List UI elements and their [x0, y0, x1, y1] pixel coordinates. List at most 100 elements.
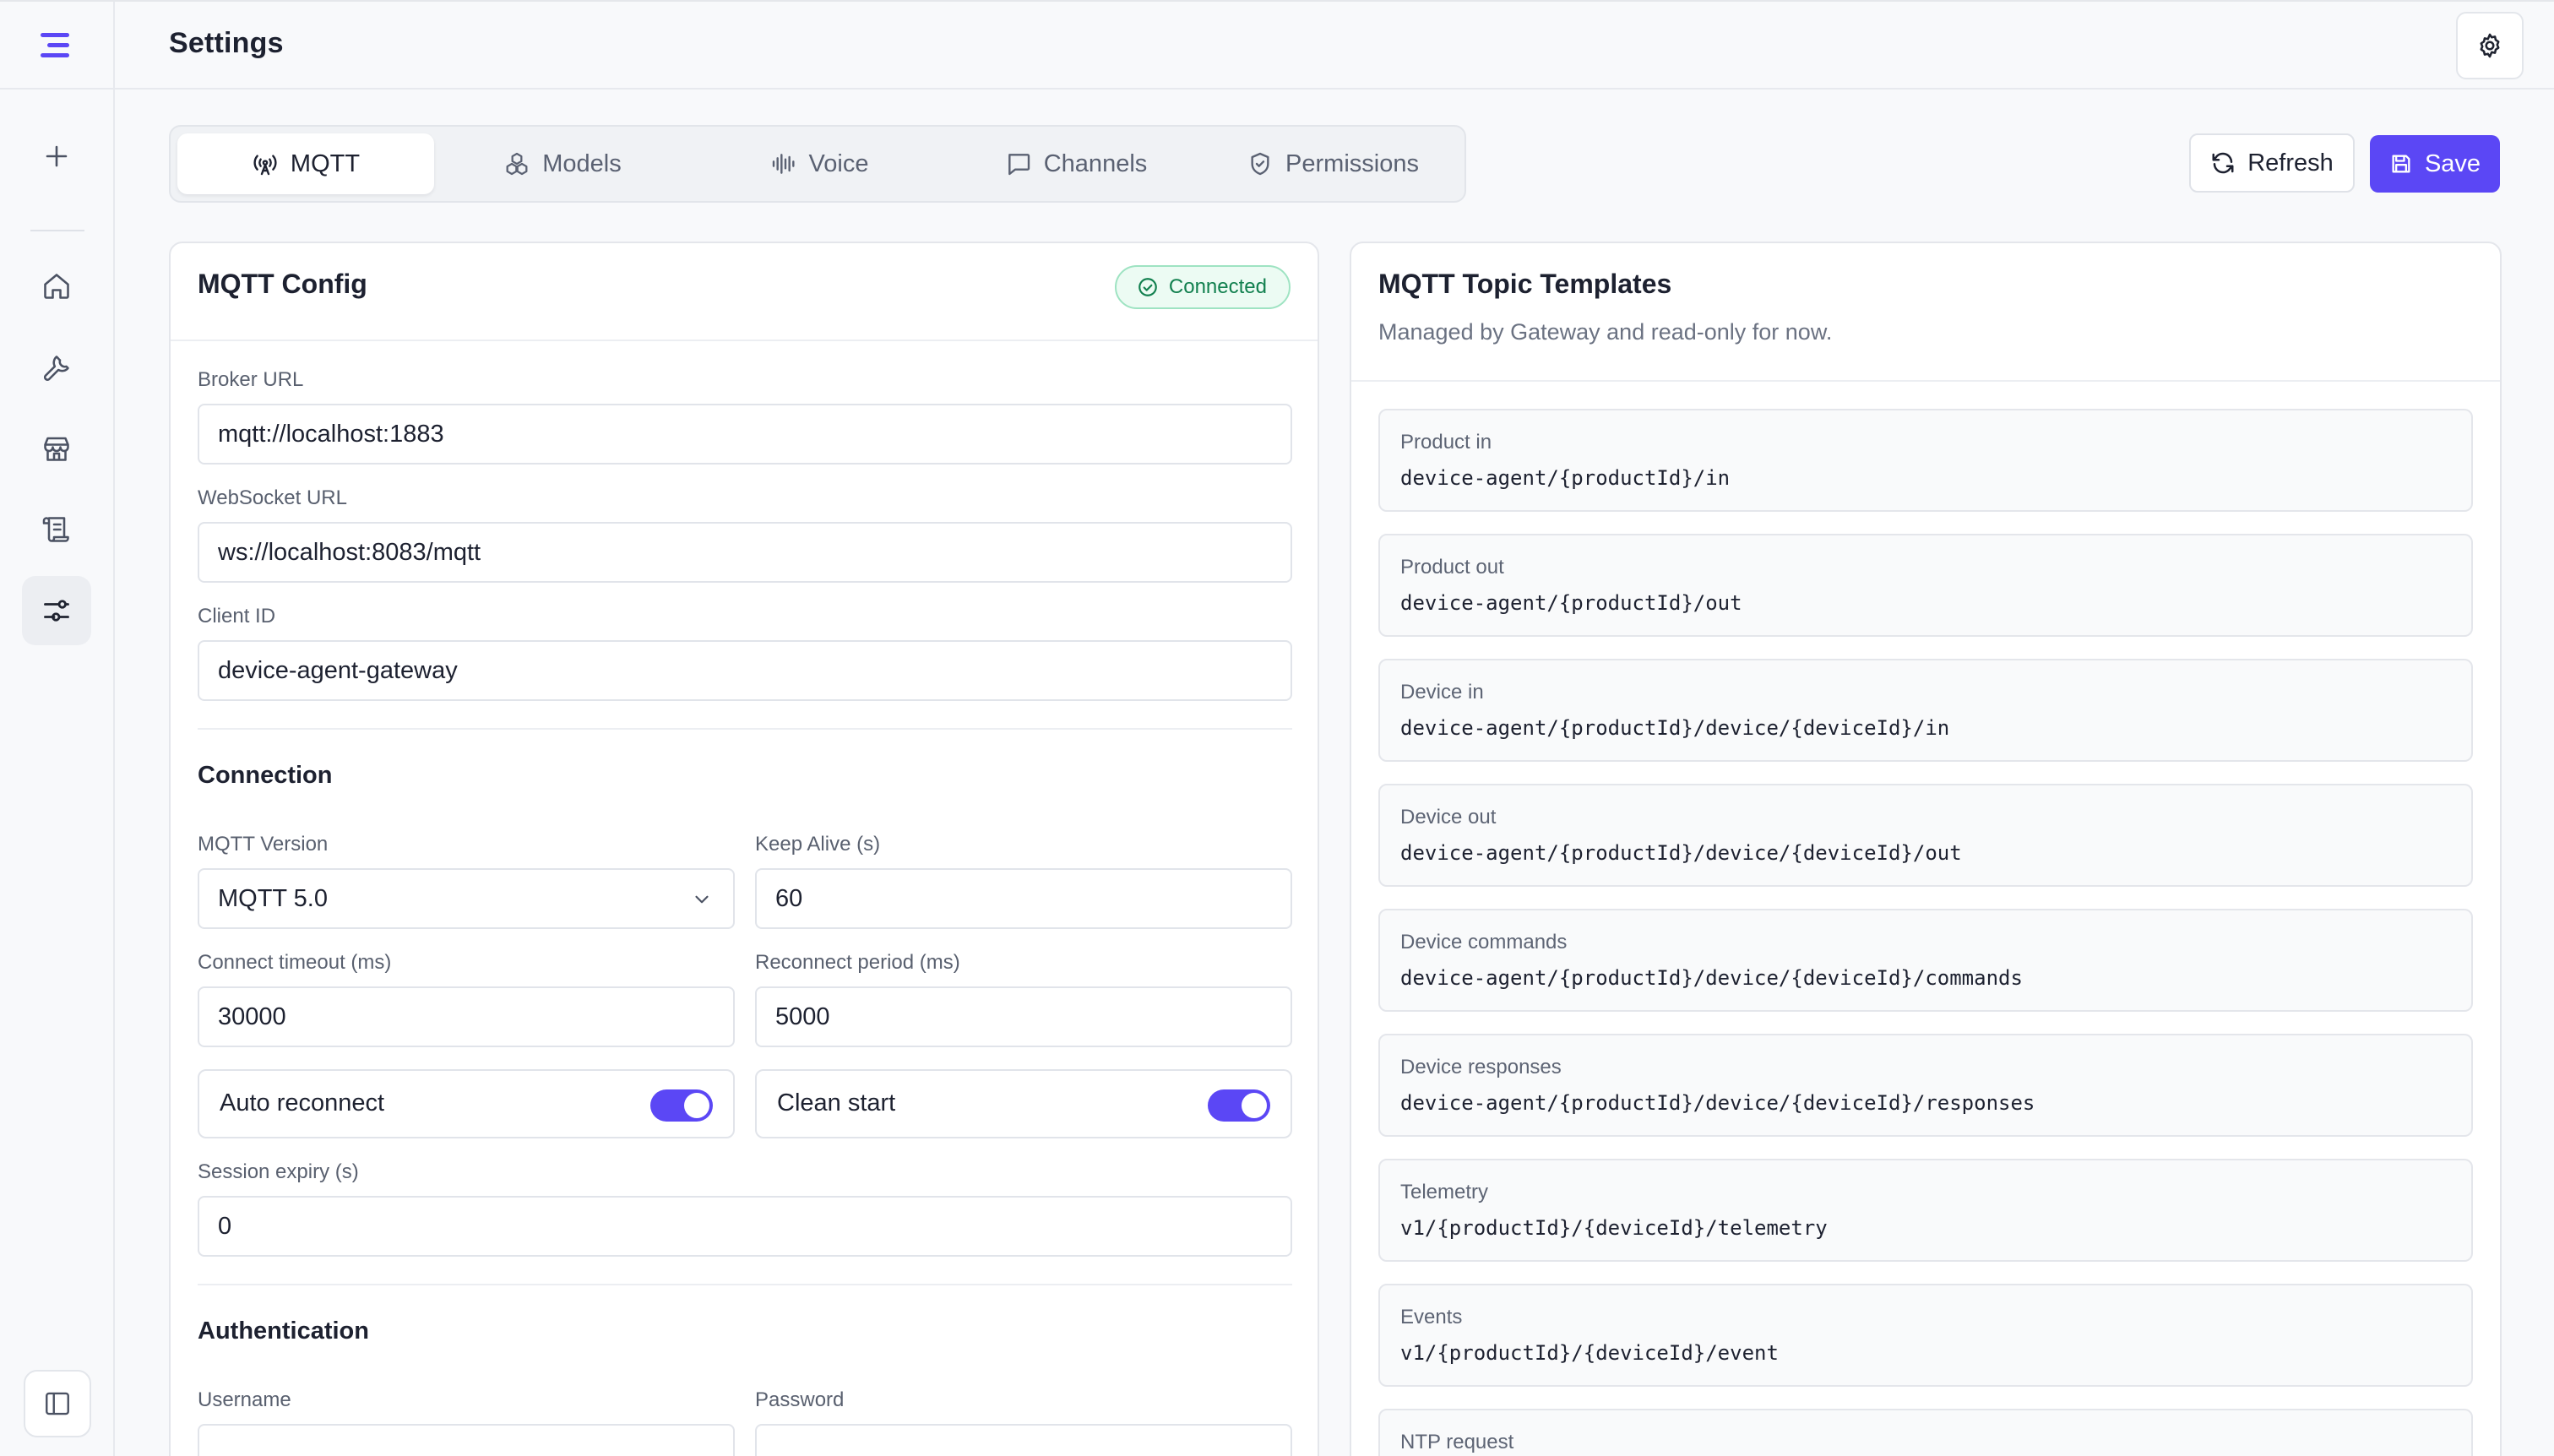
sidebar-item-settings[interactable]	[22, 576, 91, 645]
shield-icon	[1247, 150, 1274, 177]
tab-label: Models	[542, 149, 622, 177]
sidebar-collapse-button[interactable]	[24, 1370, 91, 1437]
topic-templates-subtitle: Managed by Gateway and read-only for now…	[1378, 319, 1833, 345]
tab-channels[interactable]: Channels	[948, 133, 1204, 194]
topic-label: Device responses	[1400, 1056, 1562, 1078]
topic-label: Telemetry	[1400, 1181, 1489, 1203]
authentication-heading: Authentication	[198, 1317, 369, 1345]
topic-templates-card: MQTT Topic Templates Managed by Gateway …	[1350, 242, 2502, 1456]
menu-logo-icon[interactable]	[41, 32, 73, 59]
tab-label: Permissions	[1285, 149, 1419, 177]
topic-item: Events v1/{productId}/{deviceId}/event	[1378, 1284, 2473, 1387]
tab-voice[interactable]: Voice	[691, 133, 948, 194]
settings-tabs: MQTT Models Voice Channels Permissions	[169, 125, 1466, 203]
topic-value: device-agent/{productId}/in	[1400, 466, 1731, 490]
wrench-icon	[41, 352, 72, 383]
clean-start-toggle[interactable]	[1208, 1089, 1270, 1122]
tab-models[interactable]: Models	[434, 133, 691, 194]
mqtt-config-title: MQTT Config	[198, 269, 367, 299]
auto-reconnect-toggle[interactable]	[650, 1089, 713, 1122]
client-id-label: Client ID	[198, 605, 276, 627]
tab-label: MQTT	[290, 149, 361, 177]
gear-icon	[2475, 31, 2504, 60]
save-button[interactable]: Save	[2370, 135, 2500, 193]
client-id-input[interactable]: device-agent-gateway	[198, 640, 1292, 701]
save-icon	[2389, 152, 2413, 176]
sidebar	[0, 2, 115, 1456]
broker-url-label: Broker URL	[198, 368, 304, 391]
refresh-button[interactable]: Refresh	[2189, 133, 2355, 193]
toggle-knob	[1242, 1093, 1267, 1118]
sidebar-item-home[interactable]	[22, 252, 91, 321]
topic-label: NTP request	[1400, 1431, 1514, 1453]
waveform-icon	[770, 150, 797, 177]
status-text: Connected	[1168, 275, 1267, 298]
page-header: Settings	[115, 2, 2554, 90]
auto-reconnect-label: Auto reconnect	[220, 1089, 385, 1116]
sidebar-item-new[interactable]	[22, 122, 91, 191]
topic-item: Device out device-agent/{productId}/devi…	[1378, 784, 2473, 887]
session-expiry-label: Session expiry (s)	[198, 1160, 359, 1183]
section-divider	[198, 1284, 1292, 1285]
sidebar-item-store[interactable]	[22, 414, 91, 483]
topic-value: v1/{productId}/{deviceId}/telemetry	[1400, 1216, 1828, 1240]
auto-reconnect-row: Auto reconnect	[198, 1069, 735, 1138]
topic-templates-header: MQTT Topic Templates Managed by Gateway …	[1351, 243, 2500, 382]
connect-timeout-input[interactable]: 30000	[198, 986, 735, 1047]
topic-item: Device commands device-agent/{productId}…	[1378, 909, 2473, 1012]
tab-permissions[interactable]: Permissions	[1204, 133, 1461, 194]
models-icon	[503, 150, 530, 177]
topic-label: Device in	[1400, 681, 1484, 704]
topic-value: device-agent/{productId}/device/{deviceI…	[1400, 841, 1962, 865]
clean-start-row: Clean start	[755, 1069, 1292, 1138]
topic-item: NTP request	[1378, 1409, 2473, 1456]
refresh-label: Refresh	[2247, 149, 2334, 177]
topic-label: Device commands	[1400, 931, 1568, 953]
websocket-url-input[interactable]: ws://localhost:8083/mqtt	[198, 522, 1292, 583]
refresh-icon	[2210, 150, 2236, 176]
connection-heading: Connection	[198, 762, 333, 789]
check-circle-icon	[1137, 276, 1159, 298]
topic-templates-title: MQTT Topic Templates	[1378, 269, 1672, 299]
topic-label: Events	[1400, 1306, 1463, 1328]
status-badge: Connected	[1114, 265, 1291, 309]
save-label: Save	[2424, 149, 2481, 177]
topic-label: Product out	[1400, 556, 1504, 579]
password-input[interactable]	[755, 1424, 1292, 1456]
clean-start-label: Clean start	[777, 1089, 896, 1116]
password-label: Password	[755, 1388, 845, 1411]
topic-item: Product in device-agent/{productId}/in	[1378, 409, 2473, 512]
sidebar-brand	[0, 2, 113, 90]
keep-alive-input[interactable]: 60	[755, 868, 1292, 929]
sidebar-item-tools[interactable]	[22, 333, 91, 402]
topic-item: Telemetry v1/{productId}/{deviceId}/tele…	[1378, 1159, 2473, 1262]
topic-item: Device responses device-agent/{productId…	[1378, 1034, 2473, 1137]
header-settings-button[interactable]	[2456, 12, 2524, 79]
mqtt-config-card: MQTT Config Connected Broker URL mqtt://…	[169, 242, 1319, 1456]
topic-value: device-agent/{productId}/device/{deviceI…	[1400, 966, 2023, 990]
tab-mqtt[interactable]: MQTT	[177, 133, 434, 194]
home-icon	[41, 271, 72, 302]
topic-item: Product out device-agent/{productId}/out	[1378, 534, 2473, 637]
sidebar-separator	[30, 230, 84, 231]
tab-label: Voice	[808, 149, 869, 177]
broker-url-input[interactable]: mqtt://localhost:1883	[198, 404, 1292, 465]
plus-icon	[44, 144, 69, 169]
topic-item: Device in device-agent/{productId}/devic…	[1378, 659, 2473, 762]
topic-label: Device out	[1400, 806, 1497, 829]
topic-value: v1/{productId}/{deviceId}/event	[1400, 1341, 1779, 1365]
mqtt-version-select[interactable]: MQTT 5.0	[198, 868, 735, 929]
topic-value: device-agent/{productId}/device/{deviceI…	[1400, 716, 1950, 740]
sidebar-item-logs[interactable]	[22, 495, 91, 564]
reconnect-period-input[interactable]: 5000	[755, 986, 1292, 1047]
session-expiry-input[interactable]: 0	[198, 1196, 1292, 1257]
keep-alive-label: Keep Alive (s)	[755, 833, 881, 856]
username-input[interactable]	[198, 1424, 735, 1456]
sliders-icon	[41, 595, 72, 626]
page-title: Settings	[169, 27, 284, 59]
scroll-icon	[41, 514, 72, 545]
chat-icon	[1005, 150, 1032, 177]
mqtt-version-label: MQTT Version	[198, 833, 329, 856]
toggle-knob	[684, 1093, 709, 1118]
section-divider	[198, 728, 1292, 730]
